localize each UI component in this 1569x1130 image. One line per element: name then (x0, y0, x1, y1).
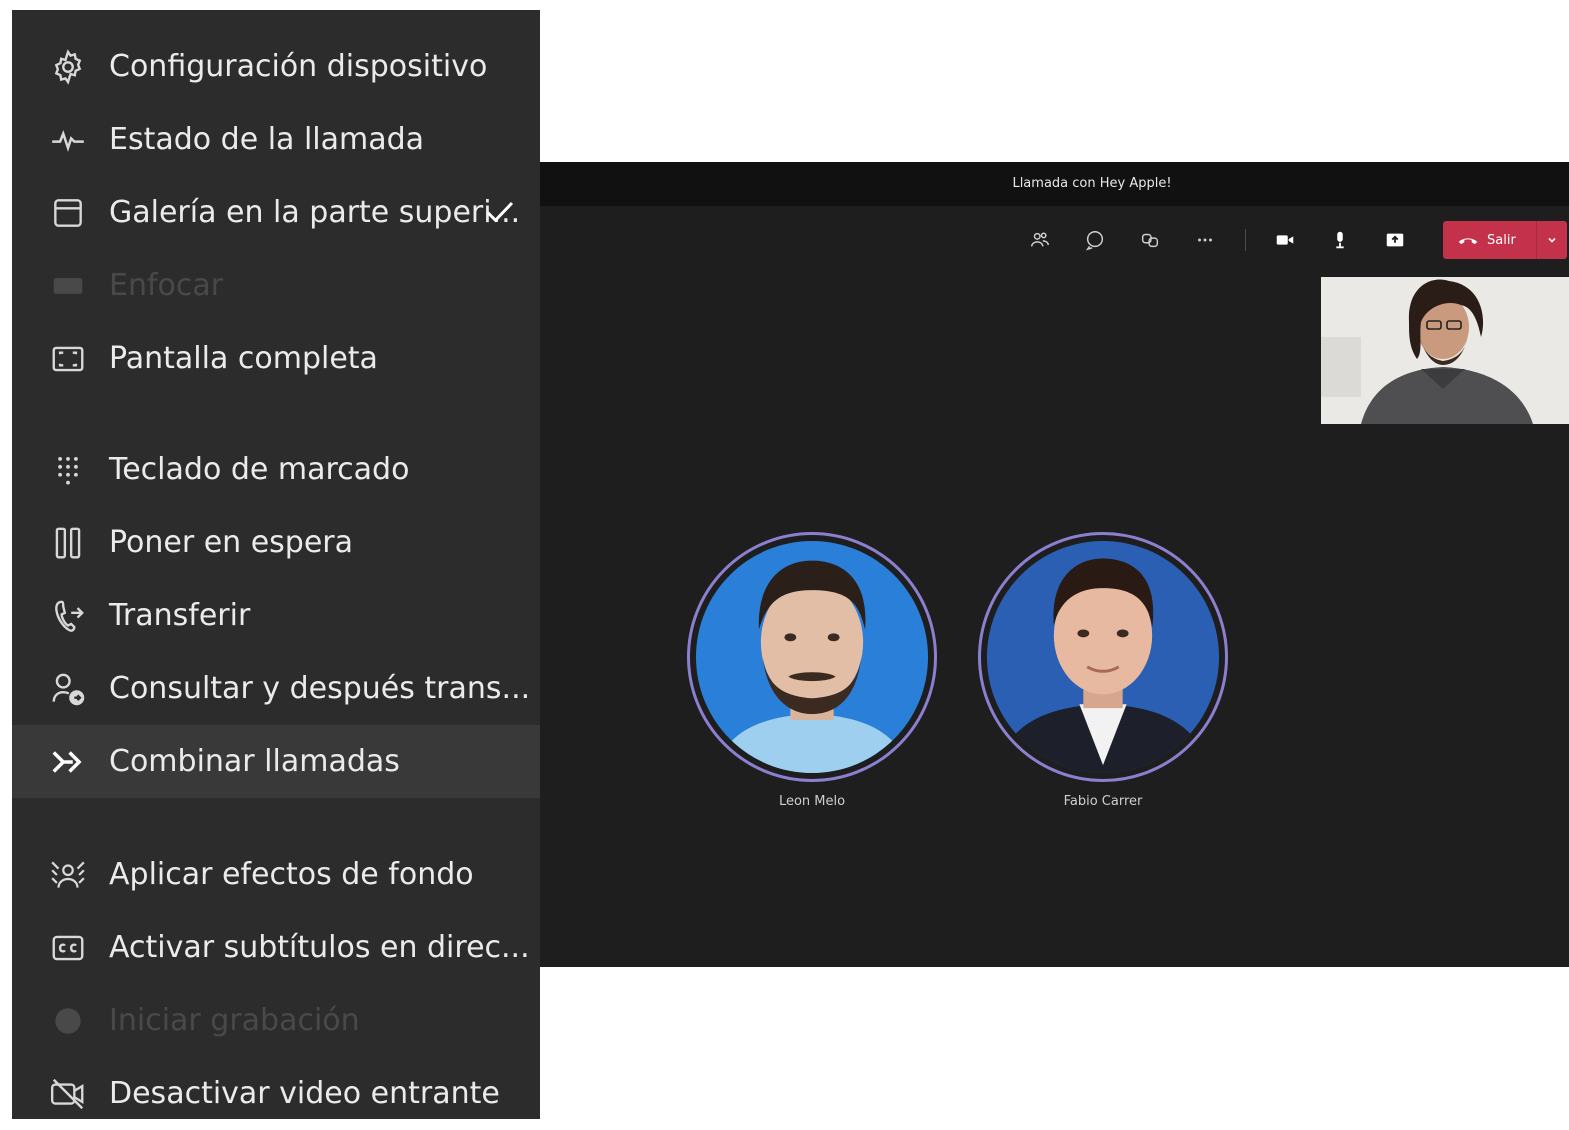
menu-item-label: Combinar llamadas (109, 744, 400, 779)
phone-hangup-icon (1458, 238, 1478, 245)
more-actions-menu: Configuración dispositivo Estado de la l… (12, 10, 540, 1119)
menu-item-label: Pantalla completa (109, 341, 378, 376)
dialpad-icon (47, 449, 89, 491)
menu-item-label: Teclado de marcado (109, 452, 410, 487)
menu-item-label: Desactivar video entrante (109, 1076, 500, 1111)
share-screen-button[interactable] (1378, 223, 1412, 257)
avatar (978, 532, 1228, 782)
chat-icon (1085, 231, 1104, 251)
pause-icon (47, 522, 89, 564)
participant-tile[interactable]: Fabio Carrer (973, 532, 1233, 809)
share-screen-icon (1386, 233, 1404, 247)
menu-item-hold[interactable]: Poner en espera (12, 506, 540, 579)
captions-icon (47, 927, 89, 969)
camera-icon (1276, 235, 1294, 245)
gallery-top-icon (47, 192, 89, 234)
microphone-button[interactable] (1323, 223, 1357, 257)
menu-item-label: Poner en espera (109, 525, 354, 560)
menu-item-call-health[interactable]: Estado de la llamada (12, 103, 540, 176)
gear-icon (47, 46, 89, 88)
reactions-button[interactable] (1133, 223, 1167, 257)
focus-icon (47, 265, 89, 307)
participant-photo (986, 540, 1220, 774)
participant-name: Fabio Carrer (1063, 794, 1143, 809)
menu-item-label: Consultar y después trans... (109, 671, 531, 706)
menu-item-label: Configuración dispositivo (109, 49, 488, 84)
leave-options-button[interactable] (1536, 221, 1567, 259)
record-icon (47, 1000, 89, 1042)
leave-label: Salir (1487, 232, 1516, 248)
menu-item-dialpad[interactable]: Teclado de marcado (12, 433, 540, 506)
participants-icon (1031, 232, 1049, 247)
leave-button[interactable]: Salir (1443, 221, 1567, 259)
menu-item-background-effects[interactable]: Aplicar efectos de fondo (12, 838, 540, 911)
video-off-icon (47, 1073, 89, 1115)
menu-item-label: Transferir (109, 598, 251, 633)
background-effects-icon (47, 854, 89, 896)
avatar (687, 532, 937, 782)
fullscreen-icon (47, 338, 89, 380)
call-toolbar: Salir (535, 217, 1569, 263)
menu-item-consult-transfer[interactable]: Consultar y después trans... (12, 652, 540, 725)
participants-button[interactable] (1023, 223, 1057, 257)
toolbar-divider (1245, 229, 1246, 251)
menu-item-label: Activar subtítulos en direc... (109, 930, 530, 965)
menu-item-transfer[interactable]: Transferir (12, 579, 540, 652)
menu-item-gallery-top[interactable]: Galería en la parte superi... (12, 176, 540, 249)
chevron-down-icon (1548, 237, 1556, 243)
menu-item-device-settings[interactable]: Configuración dispositivo (12, 30, 540, 103)
menu-item-merge-calls[interactable]: Combinar llamadas (12, 725, 540, 798)
window-title: Llamada con Hey Apple! (535, 162, 1569, 206)
reactions-icon (1141, 233, 1159, 248)
menu-item-label: Iniciar grabación (109, 1003, 360, 1038)
chat-button[interactable] (1078, 223, 1112, 257)
menu-item-label: Estado de la llamada (109, 122, 425, 157)
call-window: Llamada con Hey Apple! Salir Leon Melo F… (535, 162, 1569, 967)
self-video-image (1321, 277, 1569, 424)
more-actions-button[interactable] (1188, 223, 1222, 257)
participant-tile[interactable]: Leon Melo (682, 532, 942, 809)
menu-item-label: Aplicar efectos de fondo (109, 857, 474, 892)
menu-item-label: Galería en la parte superi... (109, 195, 521, 230)
more-actions-icon (1198, 238, 1212, 242)
menu-item-disable-incoming-video[interactable]: Desactivar video entrante (12, 1057, 540, 1130)
camera-button[interactable] (1268, 223, 1302, 257)
microphone-icon (1336, 231, 1344, 249)
merge-calls-icon (47, 741, 89, 783)
menu-item-start-recording: Iniciar grabación (12, 984, 540, 1057)
checkmark-icon (486, 201, 514, 223)
self-video-preview[interactable] (1321, 277, 1569, 424)
menu-item-label: Enfocar (109, 268, 224, 303)
menu-item-fullscreen[interactable]: Pantalla completa (12, 322, 540, 395)
consult-transfer-icon (47, 668, 89, 710)
participant-photo (695, 540, 929, 774)
pulse-icon (47, 119, 89, 161)
menu-item-live-captions[interactable]: Activar subtítulos en direc... (12, 911, 540, 984)
participant-name: Leon Melo (778, 794, 846, 809)
transfer-icon (47, 595, 89, 637)
menu-item-focus: Enfocar (12, 249, 540, 322)
